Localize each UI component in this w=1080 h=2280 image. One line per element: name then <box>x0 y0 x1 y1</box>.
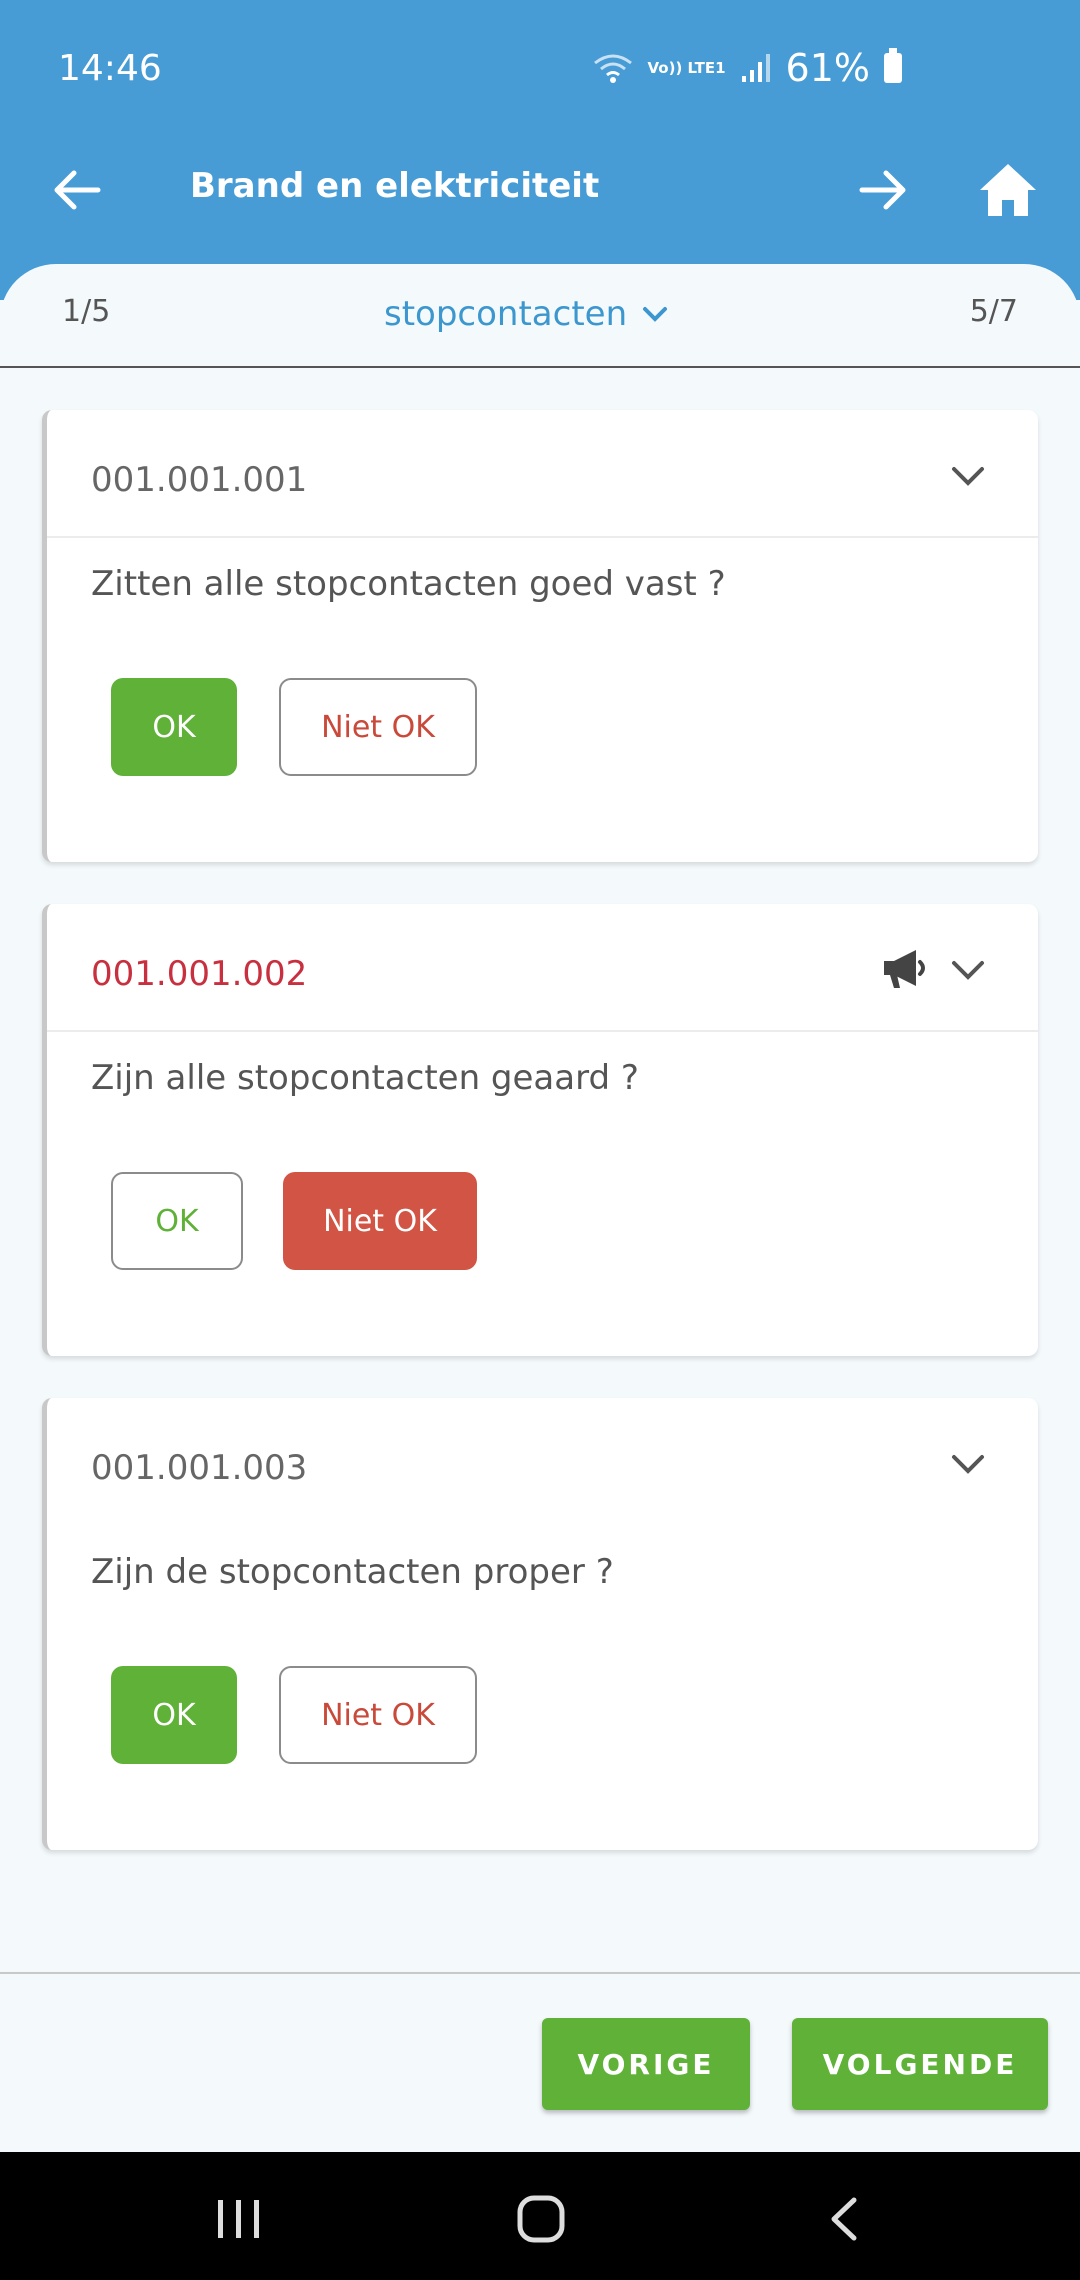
page-title: Brand en elektriciteit <box>190 166 600 206</box>
system-navigation-bar <box>0 2152 1080 2280</box>
chevron-down-icon[interactable] <box>950 958 986 982</box>
back-icon[interactable] <box>826 2196 860 2242</box>
checklist-item-header[interactable]: 001.001.001 <box>47 410 1038 538</box>
footer-divider <box>0 1972 1080 1974</box>
section-dropdown[interactable]: stopcontacten <box>384 294 669 334</box>
checklist-item: 001.001.002 Zijn alle stopcontacten geaa… <box>42 904 1038 1356</box>
previous-button[interactable]: VORIGE <box>542 2018 750 2110</box>
checklist-item-header[interactable]: 001.001.003 <box>47 1398 1038 1526</box>
not-ok-button[interactable]: Niet OK <box>283 1172 477 1270</box>
item-code: 001.001.002 <box>91 954 308 994</box>
battery-percent: 61% <box>785 46 870 90</box>
signal-icon <box>741 54 770 82</box>
chevron-down-icon[interactable] <box>950 1452 986 1476</box>
app-header: 14:46 Vo)) LTE1 61% Brand en elektricite… <box>0 0 1080 300</box>
arrow-right-icon[interactable] <box>852 160 912 220</box>
section-counter: 5/7 <box>969 294 1018 329</box>
status-time: 14:46 <box>58 48 162 89</box>
item-code: 001.001.001 <box>91 460 308 500</box>
home-button-icon[interactable] <box>516 2194 566 2244</box>
network-type: Vo)) LTE1 <box>647 59 726 77</box>
checklist-item: 001.001.003 Zijn de stopcontacten proper… <box>42 1398 1038 1850</box>
question-counter: 1/5 <box>62 294 111 329</box>
recents-icon[interactable] <box>214 2198 264 2240</box>
ok-button[interactable]: OK <box>111 678 237 776</box>
checklist-item: 001.001.001 Zitten alle stopcontacten go… <box>42 410 1038 862</box>
battery-icon <box>884 48 902 83</box>
ok-button[interactable]: OK <box>111 1666 237 1764</box>
item-question: Zijn alle stopcontacten geaard ? <box>91 1058 639 1098</box>
chevron-down-icon[interactable] <box>950 464 986 488</box>
chevron-down-icon <box>643 307 668 322</box>
checklist-item-header[interactable]: 001.001.002 <box>47 904 1038 1032</box>
section-name: stopcontacten <box>384 294 628 334</box>
megaphone-icon[interactable] <box>880 946 928 990</box>
item-question: Zijn de stopcontacten proper ? <box>91 1552 614 1592</box>
not-ok-button[interactable]: Niet OK <box>279 678 477 776</box>
item-code: 001.001.003 <box>91 1448 308 1488</box>
item-question: Zitten alle stopcontacten goed vast ? <box>91 564 726 604</box>
arrow-left-icon[interactable] <box>48 160 108 220</box>
home-icon[interactable] <box>976 158 1040 222</box>
ok-button[interactable]: OK <box>111 1172 243 1270</box>
next-button[interactable]: VOLGENDE <box>792 2018 1048 2110</box>
status-icons: Vo)) LTE1 61% <box>592 46 902 90</box>
section-bar: 1/5 stopcontacten 5/7 <box>0 264 1080 368</box>
not-ok-button[interactable]: Niet OK <box>279 1666 477 1764</box>
wifi-icon <box>593 54 632 83</box>
